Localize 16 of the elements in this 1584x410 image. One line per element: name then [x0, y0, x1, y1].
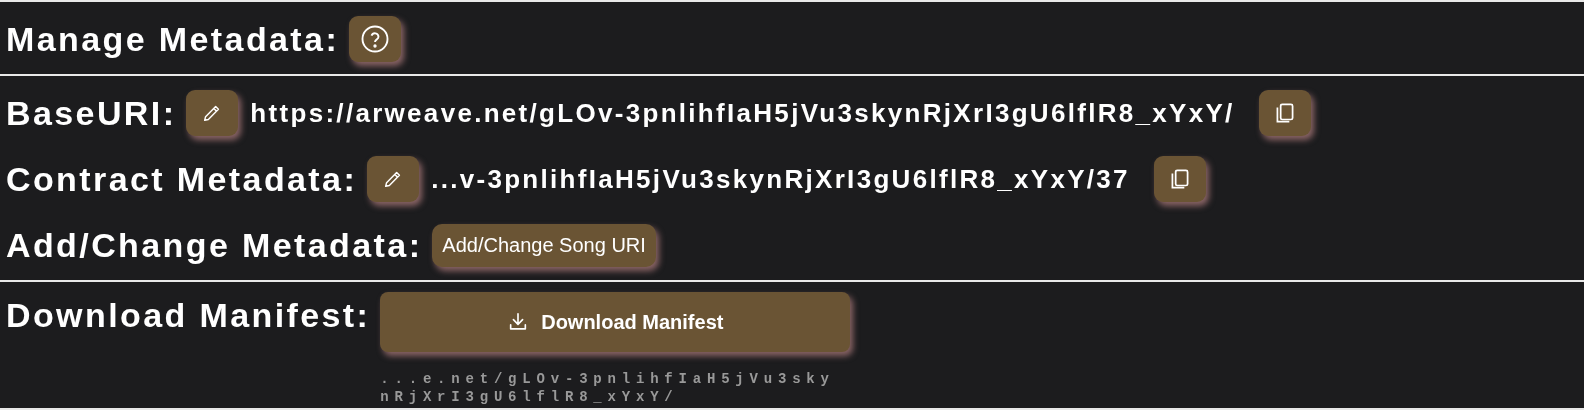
- manifest-url: ...e.net/gLOv-3pnlihfIaH5jVu3skynRjXrI3gU6lflR8_xYxY/: [380, 370, 836, 406]
- help-icon: [360, 24, 391, 54]
- field-label: Manage Metadata:: [6, 19, 340, 59]
- edit-button[interactable]: [367, 156, 420, 202]
- help-button[interactable]: [349, 16, 402, 62]
- copy-button[interactable]: [1153, 156, 1206, 202]
- copy-button[interactable]: [1258, 90, 1311, 136]
- edit-button[interactable]: [186, 90, 239, 136]
- field-label: Contract Metadata:: [6, 159, 358, 199]
- field-label: Download Manifest:: [6, 296, 371, 335]
- field-label: BaseURI:: [6, 93, 177, 133]
- uri-value: ...v-3pnlihfIaH5jVu3skynRjXrI3gU6lflR8_xYxY/37: [431, 163, 1130, 195]
- uri-value: https://arweave.net/gLOv-3pnlihfIaH5jVu3skynRjXrI3gU6lflR8_xYxY/: [250, 97, 1235, 129]
- field-label: Add/Change Metadata:: [6, 225, 423, 265]
- download-manifest-button[interactable]: Download Manifest: [380, 292, 851, 352]
- add-change-song-uri-button[interactable]: Add/Change Song URI: [432, 223, 656, 267]
